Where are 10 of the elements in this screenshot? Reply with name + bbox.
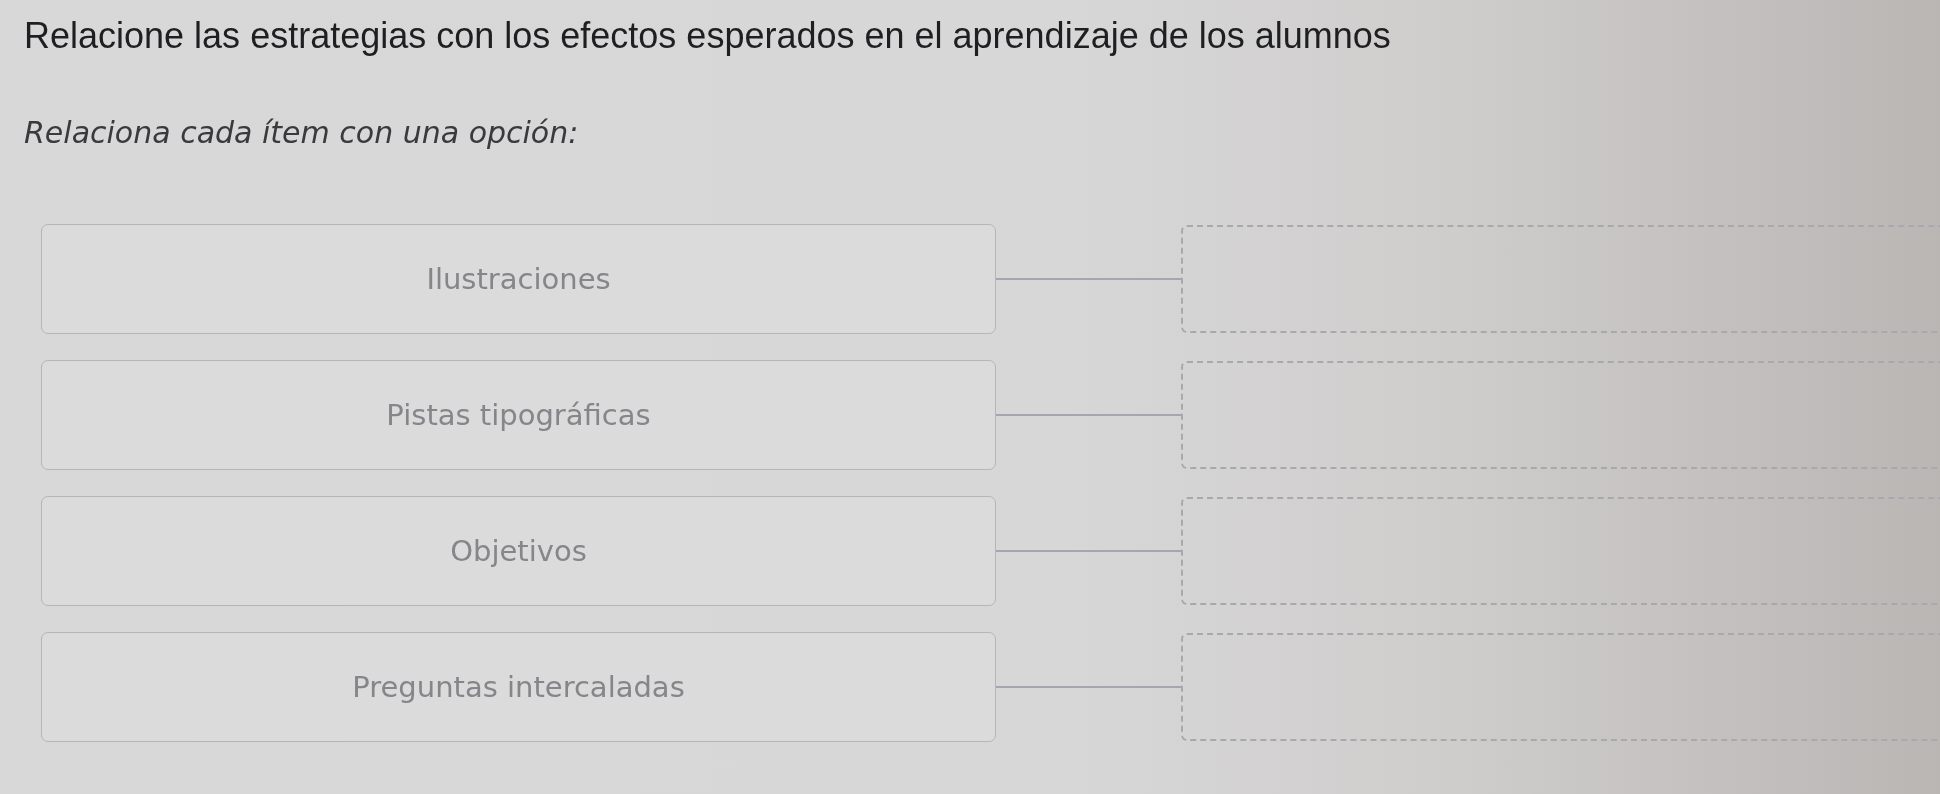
- answer-box[interactable]: [1181, 497, 1940, 605]
- strategy-item[interactable]: Objetivos: [41, 496, 996, 606]
- strategy-item[interactable]: Pistas tipográficas: [41, 360, 996, 470]
- answer-box[interactable]: [1181, 633, 1940, 741]
- question-title: Relacione las estrategias con los efectos esperados en el aprendizaje de los alumnos: [24, 15, 1391, 57]
- strategy-item[interactable]: Ilustraciones: [41, 224, 996, 334]
- strategy-item[interactable]: Preguntas intercaladas: [41, 632, 996, 742]
- answer-box[interactable]: [1181, 225, 1940, 333]
- answer-box[interactable]: [1181, 361, 1940, 469]
- instruction-text: Relaciona cada ítem con una opción:: [24, 115, 579, 150]
